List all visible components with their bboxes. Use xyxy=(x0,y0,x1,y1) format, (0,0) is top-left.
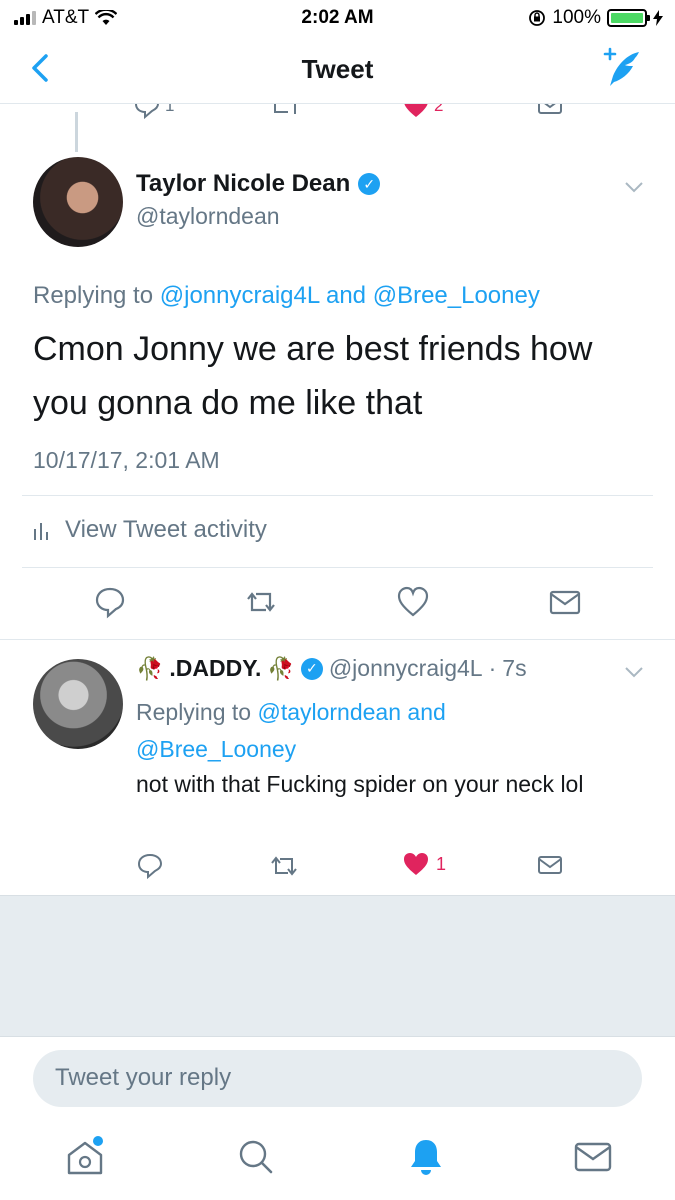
reply-header[interactable]: 🥀 .DADDY. 🥀 ✓ @jonnycraig4L · 7s xyxy=(136,655,527,682)
chevron-down-icon[interactable] xyxy=(623,180,645,194)
replying-and: and xyxy=(325,282,367,309)
heart-icon xyxy=(404,104,428,117)
battery-percent: 100% xyxy=(552,7,601,28)
empty-area xyxy=(0,895,675,1037)
avatar[interactable] xyxy=(33,659,123,749)
reply-actions: 1 xyxy=(0,850,675,880)
divider xyxy=(22,567,653,568)
reply-like-action[interactable]: 1 xyxy=(402,850,446,878)
verified-badge-icon: ✓ xyxy=(300,657,323,680)
nav-bar: Tweet xyxy=(0,34,675,104)
view-tweet-activity[interactable]: View Tweet activity xyxy=(33,516,267,544)
mention-link[interactable]: @Bree_Looney xyxy=(373,282,540,309)
heart-icon[interactable] xyxy=(396,585,430,619)
tweet-text: Cmon Jonny we are best friends how you g… xyxy=(33,330,593,422)
avatar[interactable] xyxy=(33,157,123,247)
parent-reply-count: 1 xyxy=(165,104,175,115)
mention-link[interactable]: @taylorndean xyxy=(257,699,401,725)
reply-replying-to: Replying to @taylorndean and @Bree_Loone… xyxy=(136,694,556,768)
reply-age: 7s xyxy=(502,655,527,681)
charging-icon xyxy=(653,10,663,26)
home-icon[interactable] xyxy=(65,1135,105,1179)
dm-icon[interactable] xyxy=(548,585,582,619)
status-bar: AT&T 2:02 AM 100% xyxy=(0,0,675,34)
replying-to: Replying to @jonnycraig4L and @Bree_Loon… xyxy=(33,282,540,310)
reply-icon[interactable] xyxy=(93,585,127,619)
reply-icon[interactable] xyxy=(136,852,164,880)
separator: · xyxy=(488,655,497,681)
reply-author-name: .DADDY. xyxy=(169,655,262,681)
thread-line xyxy=(75,112,78,152)
parent-reply-action[interactable]: 1 xyxy=(133,104,174,120)
replying-and: and xyxy=(407,699,446,725)
tweet-timestamp: 10/17/17, 2:01 AM xyxy=(33,447,220,473)
author-handle[interactable]: @taylorndean xyxy=(136,203,280,230)
dm-icon[interactable] xyxy=(537,852,563,878)
rose-icon: 🥀 xyxy=(136,655,164,681)
verified-badge-icon: ✓ xyxy=(358,173,381,195)
rose-icon: 🥀 xyxy=(267,655,295,681)
rotation-lock-icon xyxy=(529,10,546,26)
author-name[interactable]: Taylor Nicole Dean ✓ xyxy=(136,170,381,198)
battery-icon xyxy=(607,9,650,27)
page-title: Tweet xyxy=(301,54,374,84)
retweet-icon[interactable] xyxy=(269,852,299,880)
heart-icon xyxy=(404,853,428,875)
author-name-text: Taylor Nicole Dean xyxy=(136,170,351,197)
activity-label: View Tweet activity xyxy=(65,516,267,543)
status-right: 100% xyxy=(528,7,663,29)
reply-input[interactable]: Tweet your reply xyxy=(33,1050,642,1107)
mention-link[interactable]: @jonnycraig4L xyxy=(160,282,320,309)
reply-author-handle: @jonnycraig4L xyxy=(328,655,483,681)
messages-icon[interactable] xyxy=(573,1135,613,1179)
parent-tweet-actions: 1 2 xyxy=(0,104,675,124)
tweet-actions xyxy=(0,585,675,621)
replying-prefix: Replying to xyxy=(136,699,252,725)
retweet-icon[interactable] xyxy=(244,585,278,619)
divider xyxy=(0,639,675,640)
reply-text: not with that Fucking spider on your nec… xyxy=(136,771,584,797)
parent-like-action[interactable]: 2 xyxy=(402,104,443,120)
dm-icon[interactable] xyxy=(537,104,563,118)
mention-link[interactable]: @Bree_Looney xyxy=(136,736,296,762)
replying-prefix: Replying to xyxy=(33,282,154,309)
compose-icon[interactable] xyxy=(599,46,645,92)
reply-like-count: 1 xyxy=(436,853,447,874)
chevron-down-icon[interactable] xyxy=(623,665,645,679)
notifications-icon[interactable] xyxy=(406,1135,446,1179)
search-icon[interactable] xyxy=(236,1135,276,1179)
retweet-icon[interactable] xyxy=(268,104,302,120)
parent-like-count: 2 xyxy=(434,104,444,115)
divider xyxy=(22,495,653,496)
tab-bar xyxy=(0,1125,675,1200)
activity-icon xyxy=(34,523,48,540)
reply-icon xyxy=(134,104,160,120)
